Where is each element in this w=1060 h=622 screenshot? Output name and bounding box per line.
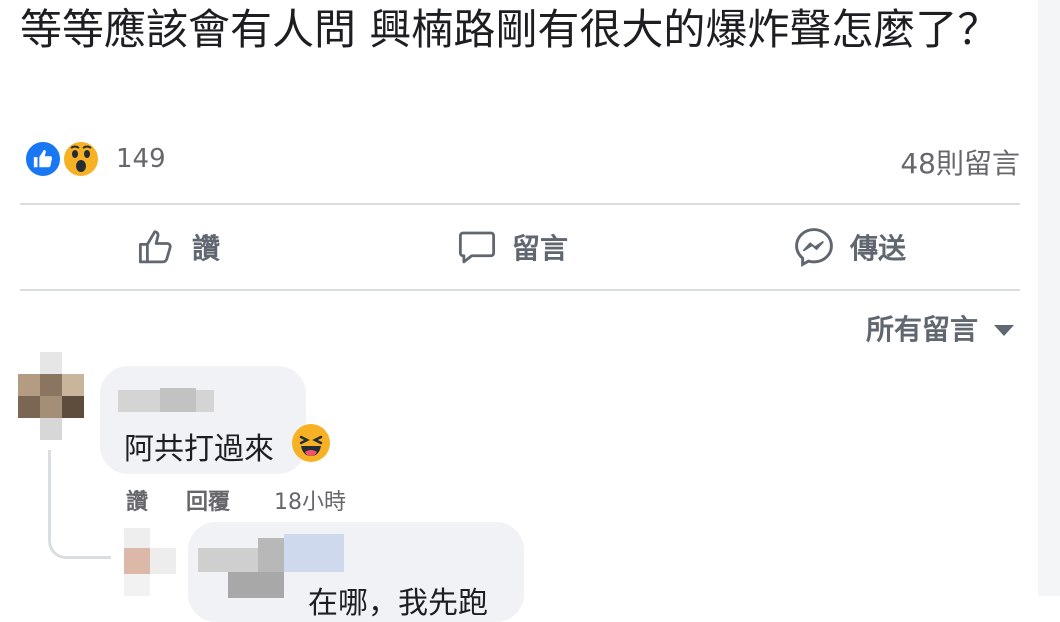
blurred-username-block — [228, 572, 284, 598]
blurred-username-block — [284, 534, 344, 572]
divider — [20, 289, 1020, 291]
avatar[interactable] — [18, 352, 86, 448]
like-button[interactable]: 讚 — [136, 222, 220, 272]
reactions-summary[interactable]: 149 48則留言 — [20, 136, 1020, 180]
wow-icon — [62, 140, 100, 178]
reply-text: 在哪，我先跑 — [308, 586, 488, 621]
share-button[interactable]: 傳送 — [792, 222, 906, 272]
comment-timestamp[interactable]: 18小時 — [274, 484, 346, 516]
comment-button-label: 留言 — [512, 232, 569, 265]
share-button-label: 傳送 — [850, 232, 907, 265]
comment-sort-dropdown[interactable]: 所有留言 — [866, 308, 1014, 348]
comment-button[interactable]: 留言 — [456, 222, 568, 272]
comment-sort-label: 所有留言 — [865, 313, 978, 346]
blurred-username-block — [160, 388, 196, 412]
reaction-count[interactable]: 149 — [116, 144, 166, 174]
laughing-emoji-icon — [292, 424, 330, 462]
post-text: 等等應該會有人問 興楠路剛有很大的爆炸聲怎麼了？ — [20, 5, 1000, 54]
avatar[interactable] — [124, 528, 176, 596]
comment-count[interactable]: 48則留言 — [900, 142, 1020, 182]
reply-bubble: 在哪，我先跑 — [188, 522, 524, 622]
blurred-username[interactable] — [198, 548, 258, 572]
blurred-username-block — [258, 538, 284, 572]
messenger-icon — [795, 228, 833, 267]
like-icon — [24, 140, 62, 178]
reply-thread-line — [48, 450, 111, 559]
thumbs-up-icon — [138, 230, 172, 264]
scrollbar-track[interactable] — [1038, 0, 1060, 596]
caret-down-icon — [994, 324, 1014, 336]
divider — [20, 203, 1020, 205]
comment-like-link[interactable]: 讚 — [126, 484, 148, 516]
comment-bubble: 阿共打過來 — [100, 366, 306, 474]
comment-text: 阿共打過來 — [124, 432, 274, 467]
like-button-label: 讚 — [192, 232, 221, 265]
comment-icon — [458, 231, 496, 264]
comment-reply-link[interactable]: 回覆 — [186, 484, 230, 516]
